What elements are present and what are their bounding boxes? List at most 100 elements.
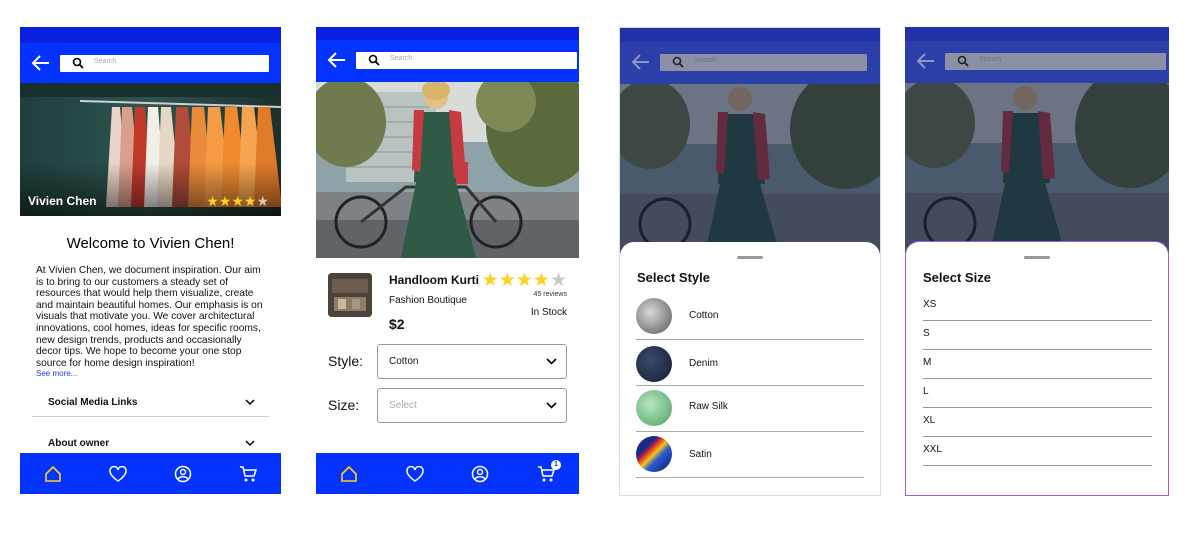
- sheet-title: Select Size: [923, 270, 991, 285]
- product-rating: ★ ★ ★ ★ ★: [482, 271, 567, 290]
- star-filled-icon: ★: [481, 270, 499, 291]
- size-select-placeholder: Select: [389, 400, 417, 411]
- size-option-label: L: [923, 386, 929, 397]
- product-title: Handloom Kurti: [389, 273, 479, 287]
- star-filled-icon: ★: [532, 270, 550, 291]
- size-option-label: XS: [923, 299, 937, 310]
- search-input[interactable]: Search: [356, 52, 577, 69]
- heart-icon: [405, 465, 424, 482]
- bottom-tab-bar: 1: [316, 453, 579, 494]
- style-option-cotton[interactable]: Cotton: [636, 296, 864, 340]
- size-option-label: S: [923, 328, 930, 339]
- back-arrow-icon[interactable]: [630, 52, 652, 72]
- search-input[interactable]: Search: [945, 53, 1166, 70]
- product-photo: [620, 84, 880, 254]
- style-option-label: Denim: [689, 358, 718, 369]
- style-option-label: Raw Silk: [689, 401, 728, 412]
- size-option[interactable]: XL: [923, 408, 1152, 437]
- back-arrow-icon[interactable]: [915, 51, 937, 71]
- size-option[interactable]: XXL: [923, 437, 1152, 466]
- sheet-title: Select Style: [637, 270, 710, 285]
- chevron-down-icon: [546, 358, 557, 365]
- search-icon: [72, 57, 84, 69]
- product-price: $2: [389, 316, 405, 332]
- size-option[interactable]: S: [923, 321, 1152, 350]
- size-option[interactable]: L: [923, 379, 1152, 408]
- welcome-heading: Welcome to Vivien Chen!: [66, 235, 235, 252]
- satin-swatch: [636, 436, 672, 472]
- store-hero-image: Vivien Chen ★ ★ ★ ★ ★: [20, 83, 281, 216]
- tab-profile[interactable]: [469, 463, 491, 485]
- star-filled-icon: ★: [243, 193, 257, 209]
- app-bar: Search: [905, 41, 1169, 83]
- tab-favorites[interactable]: [107, 463, 129, 485]
- size-select[interactable]: Select: [377, 388, 567, 423]
- tab-favorites[interactable]: [404, 463, 426, 485]
- cart-badge: 1: [551, 459, 562, 470]
- style-option-label: Cotton: [689, 310, 719, 321]
- search-input[interactable]: Search: [660, 54, 867, 71]
- size-option[interactable]: XS: [923, 292, 1152, 321]
- accordion-label: Social Media Links: [48, 397, 138, 408]
- denim-swatch: [636, 346, 672, 382]
- search-placeholder: Search: [979, 56, 1002, 63]
- tab-home[interactable]: [42, 463, 64, 485]
- profile-icon: [472, 465, 489, 482]
- app-bar: Search: [620, 42, 880, 84]
- style-option-satin[interactable]: Satin: [636, 434, 864, 478]
- size-option-label: M: [923, 357, 932, 368]
- profile-icon: [174, 465, 192, 482]
- style-select-value: Cotton: [389, 356, 419, 367]
- search-placeholder: Search: [694, 57, 717, 64]
- back-arrow-icon[interactable]: [30, 53, 52, 73]
- chevron-down-icon: [546, 402, 557, 409]
- store-rating: ★ ★ ★ ★ ★: [206, 194, 269, 208]
- chevron-down-icon: [245, 399, 255, 406]
- stock-status: In Stock: [530, 307, 567, 318]
- tab-profile[interactable]: [172, 463, 194, 485]
- style-select[interactable]: Cotton: [377, 344, 567, 379]
- search-placeholder: Search: [390, 55, 413, 62]
- style-bottom-sheet: Select Style Cotton Denim Raw Silk Satin: [620, 242, 880, 495]
- tab-home[interactable]: [338, 463, 360, 485]
- product-thumbnail[interactable]: [328, 273, 372, 317]
- heart-icon: [109, 465, 127, 482]
- style-option-raw-silk[interactable]: Raw Silk: [636, 388, 864, 432]
- store-screen: Search Vivien Chen ★ ★ ★ ★ ★ Welcome to …: [20, 27, 281, 494]
- style-option-label: Satin: [689, 449, 712, 460]
- see-more-link[interactable]: See more...: [36, 369, 77, 378]
- size-option-label: XXL: [923, 444, 942, 455]
- size-label: Size:: [328, 397, 360, 413]
- size-picker-screen: Search Select Size XS S M L XL XXL: [905, 27, 1169, 496]
- sheet-drag-handle[interactable]: [1024, 256, 1050, 259]
- sheet-drag-handle[interactable]: [737, 256, 763, 259]
- star-filled-icon: ★: [218, 193, 232, 209]
- accordion-label: About owner: [48, 438, 110, 449]
- search-placeholder: Search: [94, 58, 117, 65]
- product-photo: [905, 83, 1169, 253]
- cart-icon: [240, 465, 258, 481]
- review-count[interactable]: 45 reviews: [534, 291, 567, 298]
- tab-cart[interactable]: [237, 463, 259, 485]
- star-filled-icon: ★: [498, 270, 516, 291]
- tab-cart[interactable]: 1: [535, 459, 562, 485]
- store-name: Vivien Chen: [28, 194, 97, 208]
- raw-silk-swatch: [636, 390, 672, 426]
- product-store: Fashion Boutique: [389, 295, 467, 306]
- search-input[interactable]: Search: [60, 55, 269, 72]
- cotton-swatch: [636, 298, 672, 334]
- app-bar: Search: [316, 40, 579, 82]
- star-empty-icon: ★: [549, 270, 567, 291]
- search-icon: [957, 55, 969, 67]
- back-arrow-icon[interactable]: [326, 50, 348, 70]
- accordion-social-media[interactable]: Social Media Links: [32, 389, 269, 417]
- style-picker-screen: Search Select Style Cotton Denim Raw Sil…: [619, 27, 881, 496]
- size-option-label: XL: [923, 415, 936, 426]
- star-filled-icon: ★: [515, 270, 533, 291]
- search-icon: [368, 54, 380, 66]
- style-option-denim[interactable]: Denim: [636, 342, 864, 386]
- home-icon: [341, 465, 357, 482]
- product-screen: Search Handloom Kurti Fashion Boutique $…: [316, 27, 579, 494]
- size-option[interactable]: M: [923, 350, 1152, 379]
- store-description: At Vivien Chen, we document inspiration.…: [36, 265, 263, 369]
